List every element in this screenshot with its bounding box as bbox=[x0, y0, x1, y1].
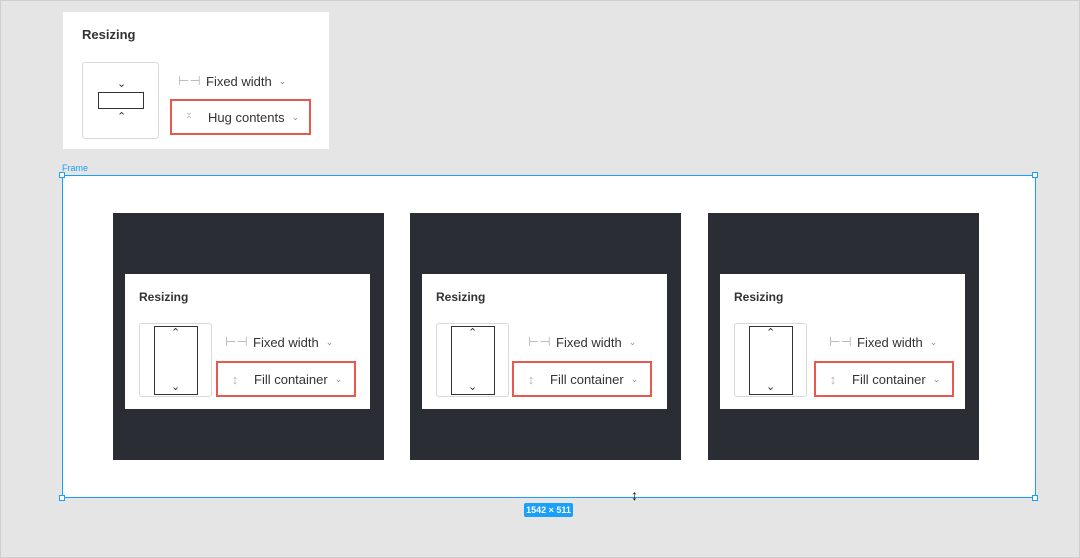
width-label: Fixed width bbox=[206, 73, 272, 89]
chevron-down-icon: ⌄ bbox=[117, 78, 127, 90]
height-label: Hug contents bbox=[208, 109, 285, 125]
chevron-down-icon: ⌄ bbox=[171, 381, 181, 393]
fill-container-icon: ↕ bbox=[829, 371, 837, 387]
panel-title: Resizing bbox=[436, 290, 486, 304]
panel-title: Resizing bbox=[139, 290, 189, 304]
hug-contents-icon: ⌄ ⌃ bbox=[184, 107, 194, 126]
size-badge: 1542 × 511 bbox=[524, 503, 573, 517]
resize-handle-bottom-right[interactable] bbox=[1032, 495, 1038, 501]
resize-preview[interactable]: ⌃ ⌄ bbox=[734, 323, 807, 397]
chevron-down-icon: ⌄ bbox=[929, 336, 938, 347]
fixed-width-icon: ⊢⊣ bbox=[178, 73, 201, 88]
resizing-panel: Resizing ⌃ ⌄ ⊢⊣ Fixed width ⌄ ↕ Fill con… bbox=[422, 274, 667, 409]
height-label: Fill container bbox=[852, 371, 926, 387]
chevron-up-icon: ⌃ bbox=[766, 327, 776, 339]
width-dropdown[interactable]: ⊢⊣ Fixed width ⌄ bbox=[520, 324, 660, 360]
resize-cursor-icon: ↕ bbox=[631, 487, 638, 503]
chevron-down-icon: ⌄ bbox=[291, 111, 300, 122]
chevron-down-icon: ⌄ bbox=[628, 336, 637, 347]
chevron-down-icon: ⌄ bbox=[278, 75, 287, 86]
chevron-down-icon: ⌄ bbox=[334, 373, 343, 384]
frame-label[interactable]: Frame bbox=[62, 163, 88, 173]
dark-card[interactable]: Resizing ⌃ ⌄ ⊢⊣ Fixed width ⌄ ↕ Fill con… bbox=[410, 213, 681, 460]
chevron-down-icon: ⌄ bbox=[932, 373, 941, 384]
chevron-down-icon: ⌄ bbox=[325, 336, 334, 347]
height-label: Fill container bbox=[550, 371, 624, 387]
height-dropdown[interactable]: ↕ Fill container ⌄ bbox=[216, 361, 356, 397]
chevron-down-icon: ⌄ bbox=[468, 381, 478, 393]
chevron-up-icon: ⌃ bbox=[117, 111, 127, 123]
resize-preview[interactable]: ⌃ ⌄ bbox=[436, 323, 509, 397]
preview-rect bbox=[98, 92, 144, 109]
panel-title: Resizing bbox=[82, 27, 136, 42]
fixed-width-icon: ⊢⊣ bbox=[225, 334, 248, 349]
width-label: Fixed width bbox=[253, 334, 319, 350]
resizing-panel: Resizing ⌄ ⌃ ⊢⊣ Fixed width ⌄ ⌄ ⌃ Hug con… bbox=[63, 12, 329, 149]
fixed-width-icon: ⊢⊣ bbox=[528, 334, 551, 349]
resizing-panel: Resizing ⌃ ⌄ ⊢⊣ Fixed width ⌄ ↕ Fill con… bbox=[720, 274, 965, 409]
fill-container-icon: ↕ bbox=[527, 371, 535, 387]
width-dropdown[interactable]: ⊢⊣ Fixed width ⌄ bbox=[170, 63, 308, 99]
width-dropdown[interactable]: ⊢⊣ Fixed width ⌄ bbox=[217, 324, 357, 360]
height-dropdown[interactable]: ↕ Fill container ⌄ bbox=[814, 361, 954, 397]
resizing-panel: Resizing ⌃ ⌄ ⊢⊣ Fixed width ⌄ ↕ Fill con… bbox=[125, 274, 370, 409]
resize-preview[interactable]: ⌄ ⌃ bbox=[82, 62, 159, 139]
width-label: Fixed width bbox=[556, 334, 622, 350]
dark-card[interactable]: Resizing ⌃ ⌄ ⊢⊣ Fixed width ⌄ ↕ Fill con… bbox=[708, 213, 979, 460]
resize-handle-top-left[interactable] bbox=[59, 172, 65, 178]
chevron-down-icon: ⌄ bbox=[766, 381, 776, 393]
width-label: Fixed width bbox=[857, 334, 923, 350]
width-dropdown[interactable]: ⊢⊣ Fixed width ⌄ bbox=[821, 324, 961, 360]
chevron-up-icon: ⌃ bbox=[171, 327, 181, 339]
chevron-up-icon: ⌃ bbox=[468, 327, 478, 339]
height-dropdown[interactable]: ↕ Fill container ⌄ bbox=[512, 361, 652, 397]
fixed-width-icon: ⊢⊣ bbox=[829, 334, 852, 349]
height-dropdown[interactable]: ⌄ ⌃ Hug contents ⌄ bbox=[170, 99, 311, 135]
resize-handle-top-right[interactable] bbox=[1032, 172, 1038, 178]
dark-card[interactable]: Resizing ⌃ ⌄ ⊢⊣ Fixed width ⌄ ↕ Fill con… bbox=[113, 213, 384, 460]
chevron-down-icon: ⌄ bbox=[630, 373, 639, 384]
resize-handle-bottom-left[interactable] bbox=[59, 495, 65, 501]
fill-container-icon: ↕ bbox=[231, 371, 239, 387]
panel-title: Resizing bbox=[734, 290, 784, 304]
height-label: Fill container bbox=[254, 371, 328, 387]
resize-preview[interactable]: ⌃ ⌄ bbox=[139, 323, 212, 397]
